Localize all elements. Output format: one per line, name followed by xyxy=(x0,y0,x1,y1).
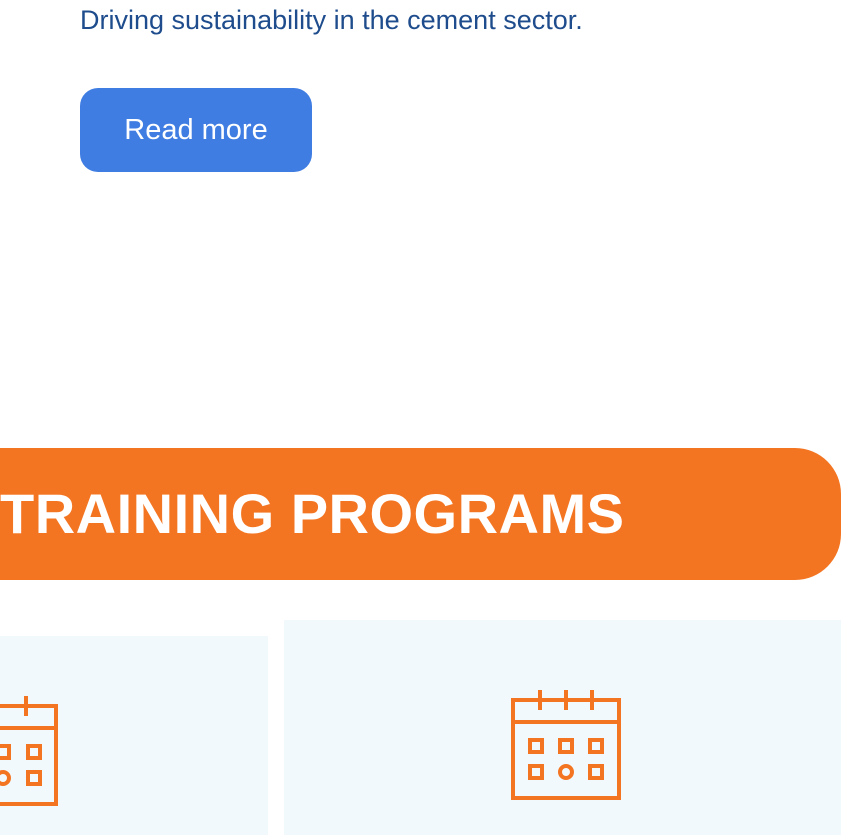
hero-tagline: Driving sustainability in the cement sec… xyxy=(80,5,583,35)
page: Driving sustainability in the cement sec… xyxy=(0,0,841,835)
read-more-button[interactable]: Read more xyxy=(80,88,312,172)
calendar-icon xyxy=(511,690,621,800)
calendar-icon xyxy=(0,696,58,806)
section-title: TRAINING PROGRAMS xyxy=(0,482,625,545)
